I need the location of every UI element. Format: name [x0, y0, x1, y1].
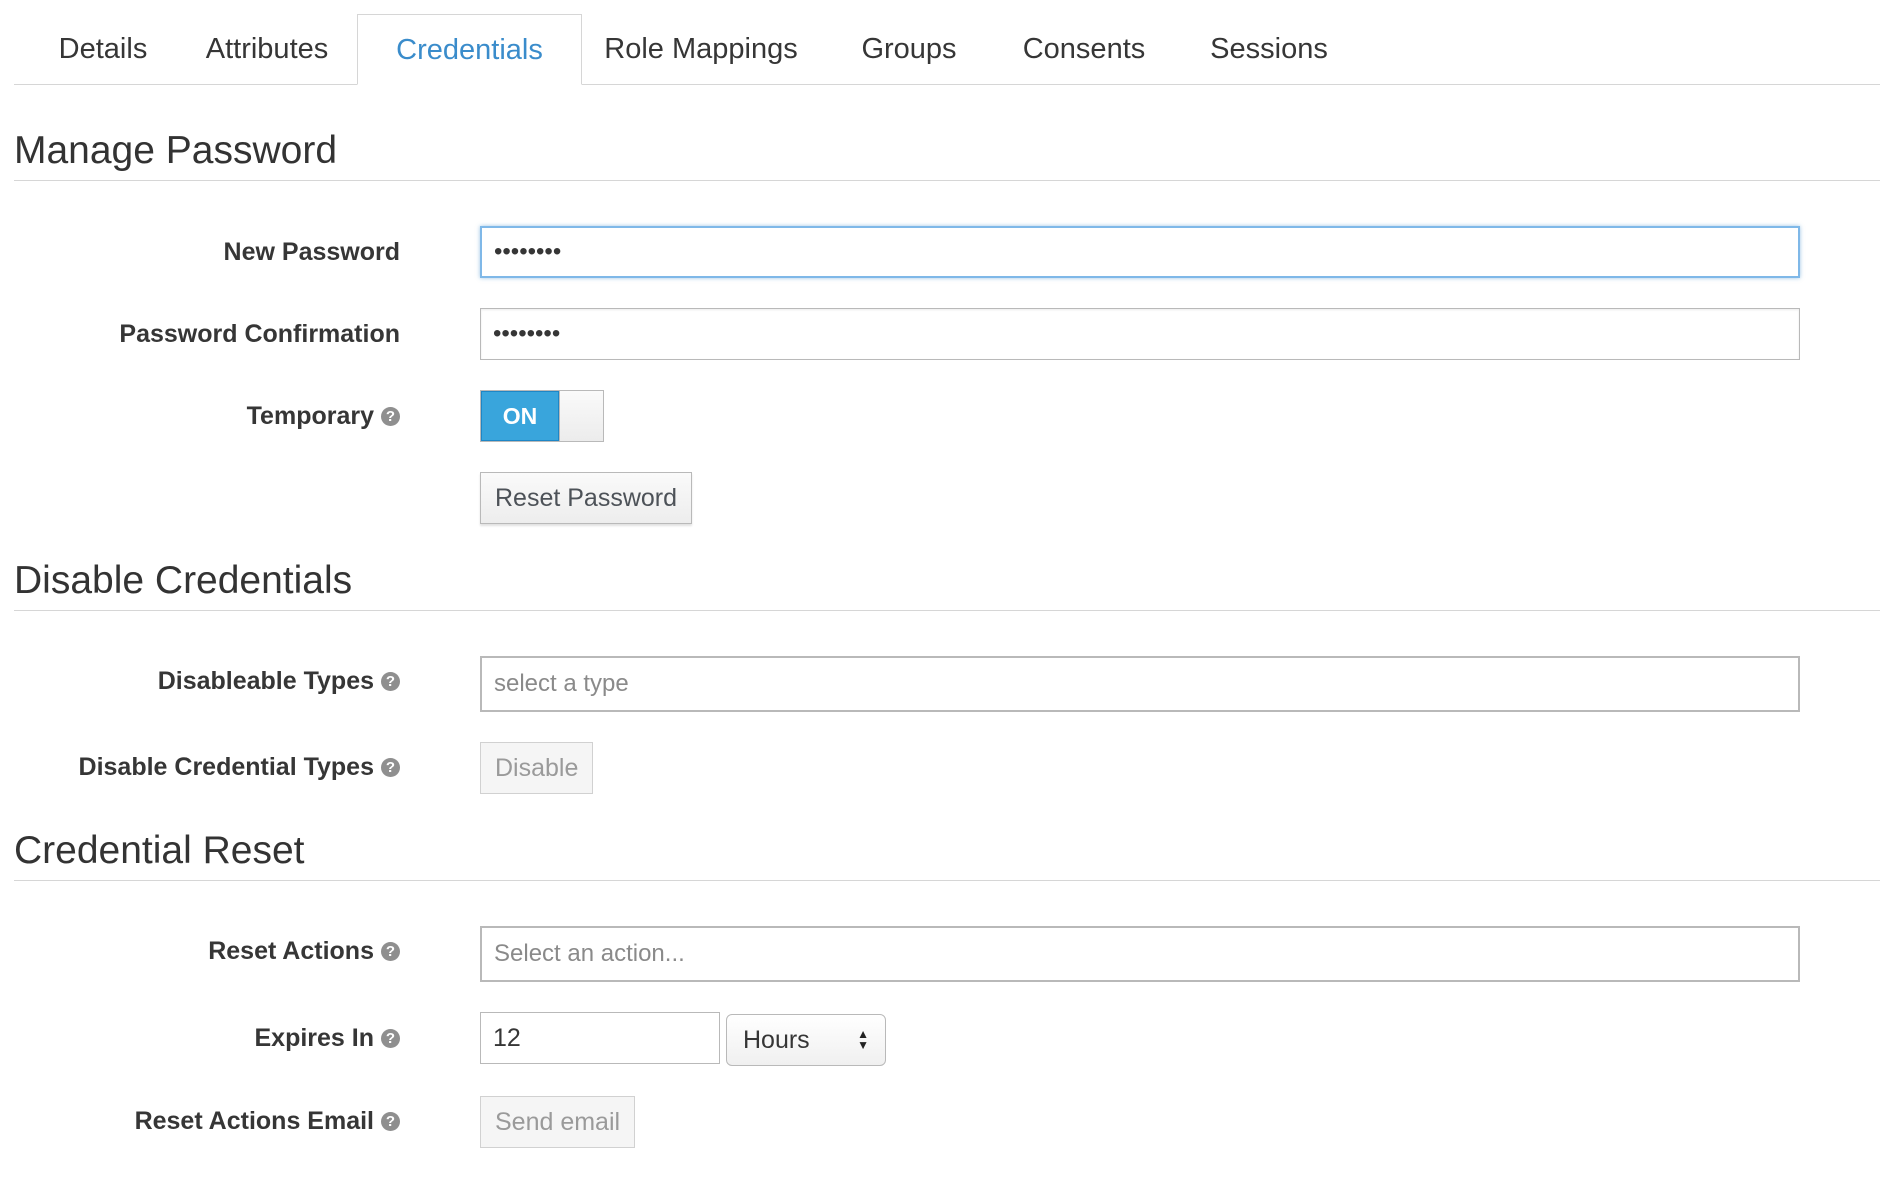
- expires-unit-select[interactable]: Hours ▲ ▼: [726, 1014, 886, 1066]
- reset-password-button[interactable]: Reset Password: [480, 472, 693, 524]
- tab-consents[interactable]: Consents: [1004, 14, 1164, 84]
- help-icon[interactable]: ?: [381, 757, 400, 777]
- help-icon[interactable]: ?: [381, 1111, 400, 1131]
- disable-button[interactable]: Disable: [480, 742, 594, 794]
- help-icon[interactable]: ?: [381, 1028, 400, 1048]
- section-title-disable-credentials: Disable Credentials: [14, 558, 1880, 611]
- password-confirmation-label-text: Password Confirmation: [119, 319, 400, 348]
- help-icon[interactable]: ?: [381, 941, 400, 961]
- new-password-input[interactable]: [480, 226, 1800, 278]
- disableable-types-select[interactable]: select a type: [480, 656, 1800, 712]
- reset-actions-select[interactable]: Select an action...: [480, 926, 1800, 982]
- tab-bar: Details Attributes Credentials Role Mapp…: [14, 14, 1880, 85]
- reset-actions-placeholder: Select an action...: [494, 940, 685, 967]
- toggle-on-label: ON: [481, 391, 559, 441]
- disableable-types-placeholder: select a type: [494, 670, 629, 697]
- expires-unit-value: Hours: [743, 1025, 810, 1054]
- reset-actions-label: Reset Actions ?: [208, 933, 400, 969]
- expires-in-label-text: Expires In: [254, 1023, 375, 1052]
- temporary-label-text: Temporary: [246, 401, 374, 430]
- expires-in-input[interactable]: [480, 1012, 720, 1064]
- section-title-manage-password: Manage Password: [14, 128, 1880, 181]
- up-down-arrows-icon: ▲ ▼: [857, 1027, 869, 1052]
- temporary-label: Temporary ?: [247, 398, 400, 434]
- password-confirmation-label: Password Confirmation: [119, 316, 400, 352]
- tab-credentials[interactable]: Credentials: [357, 14, 582, 85]
- reset-actions-email-label-text: Reset Actions Email: [134, 1106, 374, 1135]
- new-password-label-text: New Password: [223, 237, 400, 266]
- tab-details[interactable]: Details: [32, 14, 174, 84]
- tab-sessions[interactable]: Sessions: [1189, 14, 1349, 84]
- expires-in-label: Expires In ?: [254, 1020, 400, 1056]
- send-email-button[interactable]: Send email: [480, 1096, 636, 1148]
- disableable-types-label-text: Disableable Types: [157, 666, 374, 695]
- reset-actions-label-text: Reset Actions: [208, 936, 374, 965]
- disableable-types-label: Disableable Types ?: [158, 663, 400, 699]
- disable-credential-types-label-text: Disable Credential Types: [78, 752, 374, 781]
- reset-actions-email-label: Reset Actions Email ?: [135, 1103, 400, 1139]
- section-title-credential-reset: Credential Reset: [14, 828, 1880, 881]
- tab-groups[interactable]: Groups: [844, 14, 974, 84]
- temporary-toggle[interactable]: ON: [480, 390, 604, 442]
- help-icon[interactable]: ?: [381, 406, 400, 426]
- toggle-knob: [559, 391, 603, 441]
- tab-attributes[interactable]: Attributes: [186, 14, 348, 84]
- help-icon[interactable]: ?: [381, 671, 400, 691]
- tab-role-mappings[interactable]: Role Mappings: [596, 14, 806, 84]
- password-confirmation-input[interactable]: [480, 308, 1800, 360]
- new-password-label: New Password: [224, 234, 400, 270]
- disable-credential-types-label: Disable Credential Types ?: [79, 749, 400, 785]
